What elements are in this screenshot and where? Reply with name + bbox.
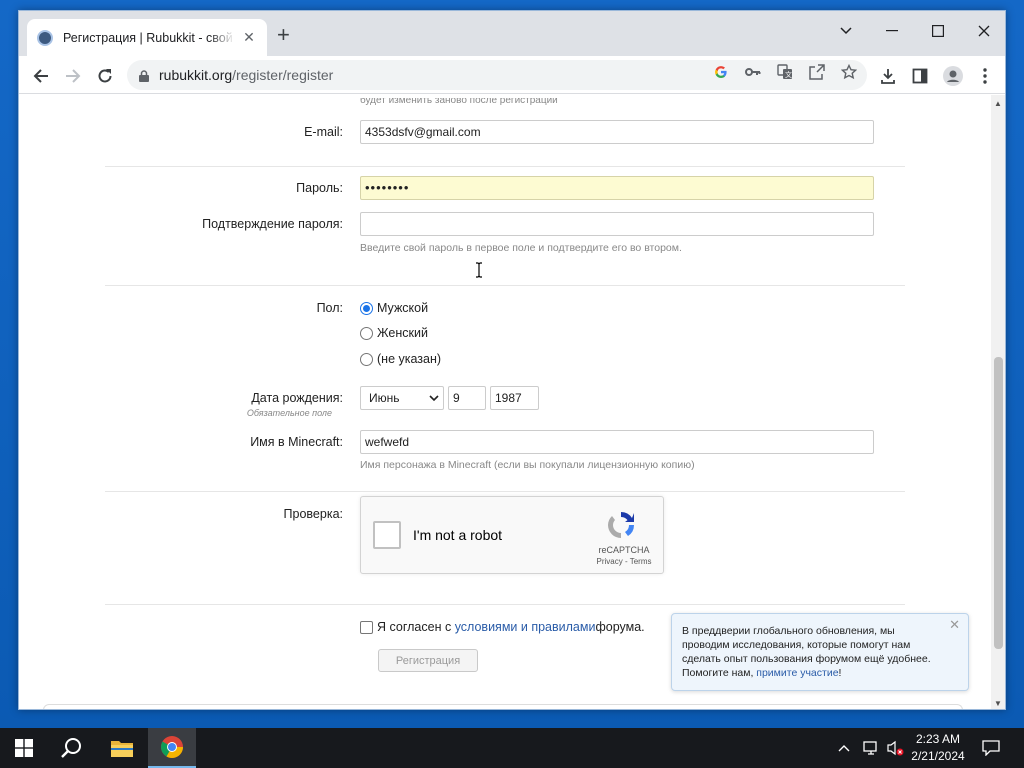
cut-off-hint: будет изменить заново после регистрации (360, 98, 558, 106)
password-field[interactable]: •••••••• (360, 176, 874, 200)
recaptcha-brand: reCAPTCHA (598, 545, 650, 555)
divider (105, 491, 905, 492)
dob-month-select[interactable]: Июнь (360, 386, 444, 410)
recaptcha-checkbox[interactable] (373, 521, 401, 549)
agree-text-end: форума. (595, 620, 645, 634)
profile-avatar-icon[interactable] (939, 62, 967, 90)
recaptcha-logo-icon (605, 509, 637, 541)
search-icon (61, 738, 81, 758)
maximize-button[interactable] (915, 16, 961, 46)
agree-checkbox[interactable] (360, 620, 373, 634)
gender-option-female[interactable]: Женский (360, 326, 428, 340)
radio-icon (360, 352, 373, 366)
confirm-password-field[interactable] (360, 212, 874, 236)
chrome-taskbar-button[interactable] (148, 728, 196, 768)
share-icon[interactable] (807, 62, 827, 82)
agree-text: Я согласен с (377, 620, 452, 634)
email-label: E-mail: (304, 125, 343, 139)
clock-time: 2:23 AM (915, 732, 961, 746)
clock-date: 2/21/2024 (911, 749, 965, 763)
gender-option-unspecified[interactable]: (не указан) (360, 352, 441, 366)
back-arrow-icon[interactable] (27, 62, 55, 90)
folder-icon (111, 741, 133, 757)
dob-label: Дата рождения: (251, 391, 343, 405)
network-icon[interactable] (862, 728, 880, 768)
dob-day-field[interactable]: 9 (448, 386, 486, 410)
search-button[interactable] (48, 728, 96, 768)
browser-window: Регистрация | Rubukkit - свой сервер ✕ + (18, 10, 1006, 710)
divider (105, 285, 905, 286)
svg-text:文: 文 (785, 70, 792, 79)
lock-icon (139, 69, 149, 82)
reload-icon[interactable] (91, 62, 119, 90)
minecraft-name-field[interactable]: wefwefd (360, 430, 874, 454)
verification-label: Проверка: (283, 507, 343, 521)
notifications-icon[interactable] (982, 728, 1000, 768)
confirm-password-label: Подтверждение пароля: (202, 217, 343, 231)
password-label: Пароль: (296, 181, 343, 195)
scrollbar-thumb[interactable] (994, 357, 1003, 649)
chrome-icon (161, 736, 183, 758)
page-scrollbar[interactable]: ▲ ▼ (991, 95, 1005, 709)
password-hint: Введите свой пароль в первое поле и подт… (360, 242, 682, 254)
gender-option-male[interactable]: Мужской (360, 301, 428, 315)
radio-selected-icon (360, 301, 373, 315)
recaptcha-widget: I'm not a robot reCAPTCHA Privacy - Term… (360, 496, 664, 574)
taskbar: 2:23 AM 2/21/2024 (0, 728, 1024, 768)
url-text: rubukkit.org/register/register (159, 67, 334, 83)
tab-search-chevron-icon[interactable] (823, 16, 869, 46)
text-cursor-icon (475, 262, 483, 281)
survey-link[interactable]: примите участие (756, 667, 838, 679)
recaptcha-text: I'm not a robot (413, 527, 503, 543)
browser-toolbar: rubukkit.org/register/register 文 (19, 56, 1005, 94)
survey-notice: ✕ В преддверии глобального обновления, м… (671, 613, 969, 691)
tab-strip: Регистрация | Rubukkit - свой сервер ✕ + (19, 11, 1005, 56)
dob-year-field[interactable]: 1987 (490, 386, 539, 410)
footer-edge (43, 704, 963, 709)
tab-title: Регистрация | Rubukkit - свой сервер (63, 30, 235, 45)
close-window-button[interactable] (961, 16, 1005, 46)
minecraft-name-hint: Имя персонажа в Minecraft (если вы покуп… (360, 459, 695, 471)
notice-end: ! (838, 667, 842, 679)
windows-logo-icon (15, 739, 33, 757)
start-button[interactable] (0, 728, 48, 768)
forward-arrow-icon[interactable] (59, 62, 87, 90)
recaptcha-links[interactable]: Privacy - Terms (593, 557, 655, 566)
new-tab-button[interactable]: + (277, 24, 290, 46)
key-icon[interactable] (743, 62, 763, 82)
dob-required-note: Обязательное поле (246, 408, 332, 418)
file-explorer-button[interactable] (98, 728, 146, 768)
minecraft-name-label: Имя в Minecraft: (250, 435, 343, 449)
tab-register[interactable]: Регистрация | Rubukkit - свой сервер ✕ (27, 19, 267, 56)
agree-terms-row[interactable]: Я согласен с условиями и правилами форум… (360, 620, 645, 634)
close-icon[interactable]: ✕ (949, 618, 960, 632)
site-favicon-icon (37, 29, 53, 46)
tray-up-chevron-icon[interactable] (838, 728, 850, 768)
radio-icon (360, 326, 373, 340)
divider (105, 604, 905, 605)
divider (105, 166, 905, 167)
google-icon[interactable] (711, 62, 731, 82)
scroll-down-arrow-icon[interactable]: ▼ (994, 699, 1002, 708)
download-icon[interactable] (874, 62, 902, 90)
bookmark-star-icon[interactable] (839, 62, 859, 82)
register-button[interactable]: Регистрация (378, 649, 478, 672)
menu-kebab-icon[interactable] (971, 62, 999, 90)
page-viewport: будет изменить заново после регистрации … (19, 95, 993, 709)
email-field[interactable]: 4353dsfv@gmail.com (360, 120, 874, 144)
scroll-up-arrow-icon[interactable]: ▲ (994, 99, 1002, 108)
system-clock[interactable]: 2:23 AM 2/21/2024 (900, 731, 976, 765)
gender-label: Пол: (316, 301, 343, 315)
terms-link[interactable]: условиями и правилами (455, 620, 596, 634)
minimize-button[interactable] (869, 16, 915, 46)
tab-close-icon[interactable]: ✕ (241, 29, 257, 46)
side-panel-icon[interactable] (906, 62, 934, 90)
chevron-down-icon (429, 394, 439, 401)
translate-icon[interactable]: 文 (775, 62, 795, 82)
